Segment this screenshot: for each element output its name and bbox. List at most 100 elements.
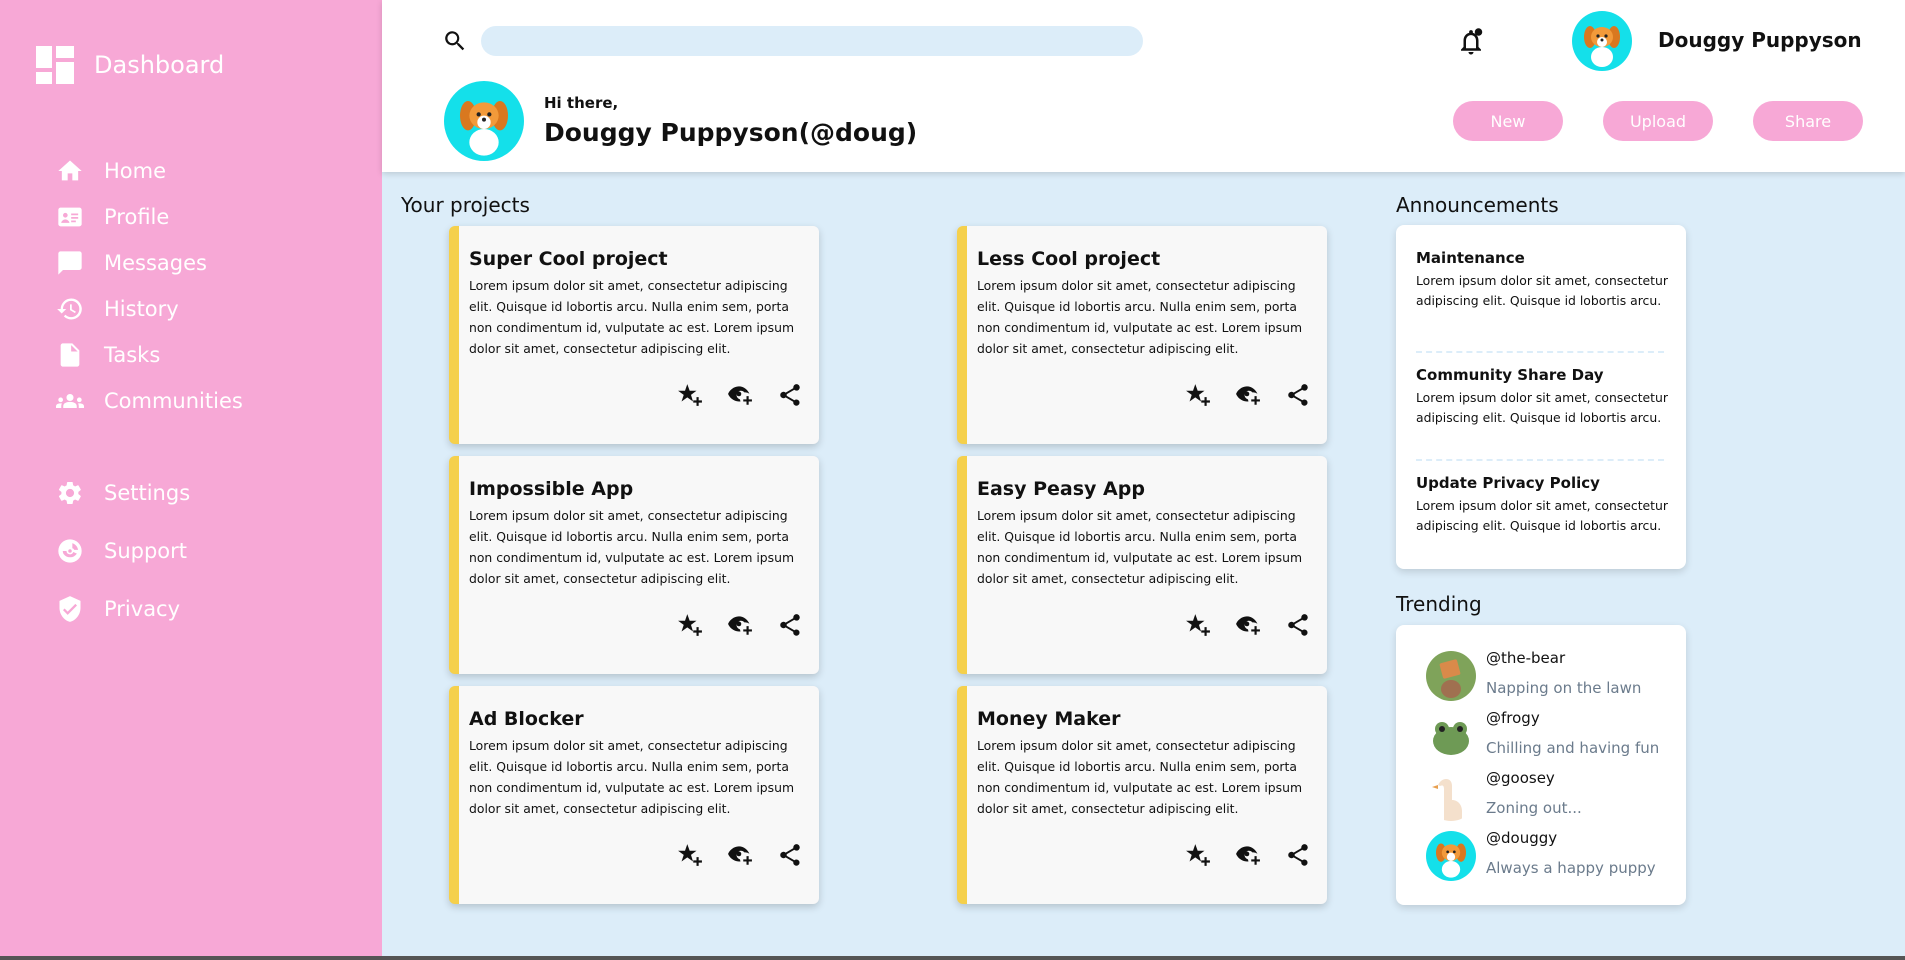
share-button[interactable]: Share: [1753, 101, 1863, 141]
greeting-user-name: Douggy Puppyson(@doug): [544, 118, 918, 147]
document-icon: [54, 339, 86, 371]
trending-item[interactable]: @frogy Chilling and having fun: [1426, 709, 1676, 769]
trending-panel: @the-bear Napping on the lawn @frogy Chi…: [1396, 625, 1686, 905]
greeting-text: Hi there,: [544, 94, 619, 112]
project-card[interactable]: Money Maker Lorem ipsum dolor sit amet, c…: [957, 686, 1327, 904]
dashboard-icon: [36, 46, 74, 84]
sidebar-item-communities[interactable]: Communities: [54, 378, 243, 424]
support-icon: [54, 535, 86, 567]
project-title: Less Cool project: [977, 248, 1161, 270]
watch-icon[interactable]: [1223, 842, 1273, 868]
star-plus-icon[interactable]: [665, 382, 715, 408]
share-icon[interactable]: [765, 842, 815, 868]
top-header: Douggy Puppyson Hi there, Douggy Puppyso…: [382, 0, 1905, 172]
project-card[interactable]: Less Cool project Lorem ipsum dolor sit a…: [957, 226, 1327, 444]
dog-avatar: [1426, 831, 1476, 881]
frog-avatar: [1426, 711, 1476, 761]
sidebar-item-support[interactable]: Support: [54, 522, 190, 580]
project-actions: [1173, 612, 1323, 638]
project-description: Lorem ipsum dolor sit amet, consectetur …: [469, 278, 795, 356]
trending-status: Napping on the lawn: [1486, 679, 1642, 697]
bear-avatar: [1426, 651, 1476, 701]
project-description: Lorem ipsum dolor sit amet, consectetur …: [469, 508, 795, 586]
project-card[interactable]: Super Cool project Lorem ipsum dolor sit …: [449, 226, 819, 444]
announcement-item[interactable]: Update Privacy Policy Lorem ipsum dolor …: [1416, 474, 1668, 536]
sidebar-item-label: History: [104, 297, 179, 321]
watch-icon[interactable]: [1223, 382, 1273, 408]
star-plus-icon[interactable]: [1173, 382, 1223, 408]
bell-notification-icon[interactable]: [1456, 26, 1486, 58]
announcement-item[interactable]: Community Share Day Lorem ipsum dolor si…: [1416, 366, 1668, 428]
announcement-item[interactable]: Maintenance Lorem ipsum dolor sit amet, …: [1416, 249, 1668, 311]
projects-section-title: Your projects: [401, 193, 530, 217]
trending-section-title: Trending: [1396, 592, 1482, 616]
share-icon[interactable]: [765, 612, 815, 638]
trending-status: Zoning out...: [1486, 799, 1582, 817]
brand-title: Dashboard: [94, 51, 225, 79]
upload-button[interactable]: Upload: [1603, 101, 1713, 141]
sidebar-item-label: Home: [104, 159, 167, 183]
project-description: Lorem ipsum dolor sit amet, consectetur …: [977, 738, 1303, 816]
watch-icon[interactable]: [715, 612, 765, 638]
header-user-name[interactable]: Douggy Puppyson: [1658, 28, 1862, 52]
sidebar-item-label: Messages: [104, 251, 207, 275]
project-card[interactable]: Impossible App Lorem ipsum dolor sit amet…: [449, 456, 819, 674]
shield-icon: [54, 593, 86, 625]
announcement-title: Community Share Day: [1416, 366, 1604, 384]
trending-status: Chilling and having fun: [1486, 739, 1660, 757]
trending-item[interactable]: @douggy Always a happy puppy: [1426, 829, 1676, 889]
share-icon[interactable]: [765, 382, 815, 408]
header-avatar[interactable]: [1572, 11, 1632, 71]
share-icon[interactable]: [1273, 842, 1323, 868]
home-icon: [54, 155, 86, 187]
sidebar-item-tasks[interactable]: Tasks: [54, 332, 243, 378]
trending-handle: @the-bear: [1486, 649, 1566, 667]
announcement-title: Update Privacy Policy: [1416, 474, 1600, 492]
trending-handle: @douggy: [1486, 829, 1558, 847]
search-icon[interactable]: [442, 28, 468, 54]
sidebar-item-label: Profile: [104, 205, 170, 229]
sidebar-item-messages[interactable]: Messages: [54, 240, 243, 286]
search-input[interactable]: [481, 26, 1143, 56]
star-plus-icon[interactable]: [1173, 842, 1223, 868]
project-card[interactable]: Easy Peasy App Lorem ipsum dolor sit amet…: [957, 456, 1327, 674]
trending-handle: @frogy: [1486, 709, 1540, 727]
sidebar-item-label: Privacy: [104, 597, 181, 621]
watch-icon[interactable]: [715, 382, 765, 408]
sidebar-item-settings[interactable]: Settings: [54, 464, 190, 522]
project-actions: [665, 382, 815, 408]
project-card[interactable]: Ad Blocker Lorem ipsum dolor sit amet, co…: [449, 686, 819, 904]
announcement-text: Lorem ipsum dolor sit amet, consectetur …: [1416, 498, 1668, 533]
trending-handle: @goosey: [1486, 769, 1555, 787]
share-icon[interactable]: [1273, 382, 1323, 408]
project-actions: [1173, 382, 1323, 408]
trending-status: Always a happy puppy: [1486, 859, 1656, 877]
announcements-section-title: Announcements: [1396, 193, 1559, 217]
sidebar: Dashboard Home Profile Messages History …: [0, 0, 382, 960]
trending-item[interactable]: @goosey Zoning out...: [1426, 769, 1676, 829]
sidebar-item-profile[interactable]: Profile: [54, 194, 243, 240]
sidebar-secondary-nav: Settings Support Privacy: [54, 464, 190, 638]
project-actions: [665, 612, 815, 638]
star-plus-icon[interactable]: [665, 842, 715, 868]
star-plus-icon[interactable]: [1173, 612, 1223, 638]
project-title: Super Cool project: [469, 248, 668, 270]
gear-icon: [54, 477, 86, 509]
announcements-panel: Maintenance Lorem ipsum dolor sit amet, …: [1396, 225, 1686, 569]
announcement-title: Maintenance: [1416, 249, 1525, 267]
share-icon[interactable]: [1273, 612, 1323, 638]
trending-item[interactable]: @the-bear Napping on the lawn: [1426, 649, 1676, 709]
divider: [1416, 351, 1664, 353]
brand[interactable]: Dashboard: [36, 46, 224, 84]
sidebar-item-label: Support: [104, 539, 188, 563]
star-plus-icon[interactable]: [665, 612, 715, 638]
new-button[interactable]: New: [1453, 101, 1563, 141]
project-title: Impossible App: [469, 478, 634, 500]
sidebar-item-home[interactable]: Home: [54, 148, 243, 194]
project-description: Lorem ipsum dolor sit amet, consectetur …: [977, 278, 1303, 356]
watch-icon[interactable]: [715, 842, 765, 868]
sidebar-item-privacy[interactable]: Privacy: [54, 580, 190, 638]
sidebar-item-history[interactable]: History: [54, 286, 243, 332]
watch-icon[interactable]: [1223, 612, 1273, 638]
project-description: Lorem ipsum dolor sit amet, consectetur …: [469, 738, 795, 816]
